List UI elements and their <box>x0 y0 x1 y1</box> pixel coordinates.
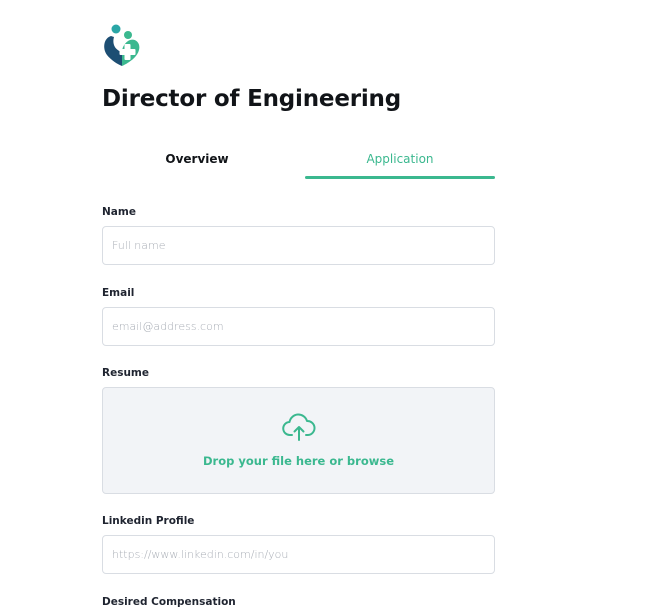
cloud-upload-icon <box>282 413 316 441</box>
email-input[interactable] <box>102 307 495 346</box>
email-label: Email <box>102 287 135 299</box>
resume-dropzone[interactable]: Drop your file here or browse <box>102 387 495 494</box>
tab-overview[interactable]: Overview <box>102 140 292 180</box>
compensation-label: Desired Compensation <box>102 596 236 608</box>
name-label: Name <box>102 206 136 218</box>
tab-bar: Overview Application <box>102 140 495 180</box>
page-title: Director of Engineering <box>102 86 401 112</box>
active-tab-indicator <box>305 176 495 179</box>
linkedin-label: Linkedin Profile <box>102 515 195 527</box>
tab-application[interactable]: Application <box>305 140 495 180</box>
dropzone-text: Drop your file here or browse <box>203 454 394 468</box>
company-logo <box>104 24 140 66</box>
linkedin-input[interactable] <box>102 535 495 574</box>
resume-label: Resume <box>102 367 149 379</box>
name-input[interactable] <box>102 226 495 265</box>
